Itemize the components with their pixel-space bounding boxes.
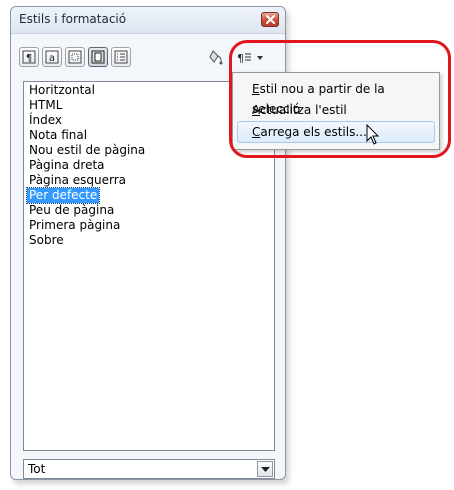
frame-styles-icon [68, 50, 82, 64]
close-icon [266, 15, 275, 24]
screenshot-stage: Estils i formatació ¶ a ¶ Horitzontal HT… [0, 0, 454, 490]
title-bar: Estils i formatació [11, 7, 285, 34]
frame-styles-button[interactable] [65, 47, 85, 67]
window-title: Estils i formatació [19, 12, 127, 26]
page-styles-button[interactable] [88, 47, 108, 67]
list-item[interactable]: Pàgina esquerra [27, 173, 128, 188]
svg-text:a: a [49, 53, 55, 64]
mouse-cursor-icon [366, 124, 380, 145]
style-filter-select[interactable]: Tot [23, 459, 275, 479]
fill-format-button[interactable] [208, 48, 226, 66]
character-styles-button[interactable]: a [42, 47, 62, 67]
style-filter-dropdown-button[interactable] [257, 461, 273, 477]
page-styles-icon [91, 50, 105, 64]
list-item[interactable]: Índex [27, 113, 64, 128]
paragraph-styles-button[interactable]: ¶ [19, 47, 39, 67]
list-item-selected[interactable]: Per defecte [25, 187, 101, 204]
list-item[interactable]: Nou estil de pàgina [27, 143, 147, 158]
list-item[interactable]: Sobre [27, 233, 66, 248]
svg-text:¶: ¶ [26, 53, 32, 64]
chevron-down-icon [261, 467, 270, 472]
list-item[interactable]: Pàgina dreta [27, 158, 107, 173]
close-button[interactable] [261, 12, 279, 27]
style-filter-value: Tot [28, 462, 46, 476]
list-item[interactable]: Primera pàgina [27, 218, 122, 233]
list-item[interactable]: Peu de pàgina [27, 203, 116, 218]
list-styles-icon [114, 50, 128, 64]
list-item[interactable]: Horitzontal [27, 83, 97, 98]
paragraph-styles-icon: ¶ [22, 50, 36, 64]
list-item[interactable]: Nota final [27, 128, 89, 143]
fill-format-icon [209, 50, 223, 65]
red-highlight-outline [229, 40, 451, 158]
list-styles-button[interactable] [111, 47, 131, 67]
character-styles-icon: a [45, 50, 59, 64]
list-item[interactable]: HTML [27, 98, 64, 113]
